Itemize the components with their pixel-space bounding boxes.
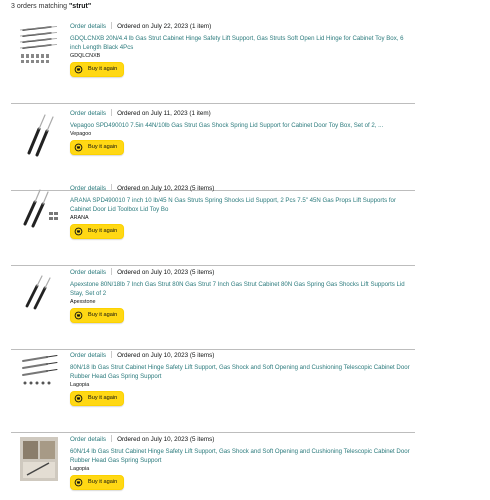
buy-it-again-button[interactable]: Buy it again [70, 224, 125, 239]
order-details-link[interactable]: Order details [70, 436, 106, 443]
buy-it-again-label: Buy it again [88, 395, 118, 401]
buy-it-again-label: Buy it again [88, 144, 118, 150]
product-image[interactable] [17, 268, 61, 324]
order-card: Order details Ordered on July 10, 2023 (5… [11, 268, 415, 350]
buy-it-again-button[interactable]: Buy it again [70, 140, 125, 155]
order-card: Order details Ordered on July 22, 2023 (1… [11, 22, 415, 104]
buy-it-again-button[interactable]: Buy it again [70, 475, 125, 490]
order-meta: Order details Ordered on July 10, 2023 (5… [70, 184, 214, 193]
buy-it-again-button[interactable]: Buy it again [70, 391, 125, 406]
product-brand: GDQLCNXB [70, 53, 101, 59]
gas-strut-pair-crossed-icon [27, 114, 54, 157]
product-brand: Vepagoo [70, 131, 92, 137]
product-image[interactable] [17, 109, 61, 165]
divider [111, 22, 113, 29]
product-info: 80N/18 lb Gas Strut Cabinet Hinge Safety… [70, 363, 415, 406]
order-details-link[interactable]: Order details [70, 185, 106, 192]
order-card: Order details Ordered on July 10, 2023 (5… [11, 435, 415, 500]
gas-strut-set-silver-icon [22, 355, 58, 385]
order-meta: Order details Ordered on July 10, 2023 (5… [70, 351, 214, 360]
order-meta: Order details Ordered on July 10, 2023 (5… [70, 268, 214, 277]
order-meta: Order details Ordered on July 10, 2023 (5… [70, 435, 214, 444]
order-date: Ordered on July 10, 2023 (5 items) [117, 352, 215, 359]
order-divider [11, 265, 415, 266]
order-details-link[interactable]: Order details [70, 110, 106, 117]
product-image[interactable] [17, 184, 61, 240]
order-date: Ordered on July 10, 2023 (5 items) [117, 185, 215, 192]
order-details-link[interactable]: Order details [70, 269, 106, 276]
buy-it-again-label: Buy it again [88, 228, 118, 234]
product-info: 60N/14 lb Gas Strut Cabinet Hinge Safety… [70, 447, 415, 490]
order-divider [11, 349, 415, 350]
order-divider [11, 432, 415, 433]
order-date: Ordered on July 22, 2023 (1 item) [117, 23, 212, 30]
order-date: Ordered on July 10, 2023 (5 items) [117, 436, 215, 443]
product-image[interactable] [17, 22, 61, 78]
product-title-link[interactable]: 80N/18 lb Gas Strut Cabinet Hinge Safety… [70, 363, 415, 381]
gas-strut-set-black-4pcs-icon [19, 26, 58, 63]
order-meta: Order details Ordered on July 11, 2023 (1… [70, 109, 211, 118]
product-title-link[interactable]: 60N/14 lb Gas Strut Cabinet Hinge Safety… [70, 447, 415, 465]
cart-refresh-icon [74, 478, 83, 487]
order-details-link[interactable]: Order details [70, 352, 106, 359]
product-title-link[interactable]: ARANA SPD490010 7 inch 10 lb/45 N Gas St… [70, 196, 415, 214]
order-details-link[interactable]: Order details [70, 23, 106, 30]
search-summary: 3 orders matching "strut" [11, 3, 91, 10]
cart-refresh-icon [74, 394, 83, 403]
product-info: Vepagoo SPD490010 7.5in 44N/10lb Gas Str… [70, 121, 415, 155]
buy-it-again-label: Buy it again [88, 66, 118, 72]
product-info: ARANA SPD490010 7 inch 10 lb/45 N Gas St… [70, 196, 415, 239]
gas-strut-pair-diagonal-icon [25, 275, 51, 310]
buy-it-again-label: Buy it again [88, 479, 118, 485]
product-brand: Lagopia [70, 466, 90, 472]
gas-strut-installed-cabinet-icon [20, 437, 58, 481]
buy-it-again-button[interactable]: Buy it again [70, 308, 125, 323]
order-date: Ordered on July 10, 2023 (5 items) [117, 269, 215, 276]
product-brand: ARANA [70, 215, 89, 221]
buy-it-again-label: Buy it again [88, 312, 118, 318]
order-card: Order details Ordered on July 10, 2023 (5… [11, 351, 415, 433]
results-count: 3 orders matching [11, 3, 69, 10]
product-title-link[interactable]: Apexstone 80N/18lb 7 Inch Gas Strut 80N … [70, 280, 415, 298]
order-meta: Order details Ordered on July 22, 2023 (1… [70, 22, 211, 31]
cart-refresh-icon [74, 227, 83, 236]
product-brand: Lagopia [70, 382, 90, 388]
divider [111, 109, 113, 116]
product-info: Apexstone 80N/18lb 7 Inch Gas Strut 80N … [70, 280, 415, 323]
product-image[interactable] [17, 351, 61, 407]
cart-refresh-icon [74, 65, 83, 74]
divider [111, 184, 113, 191]
order-card: Order details Ordered on July 10, 2023 (5… [11, 184, 415, 266]
order-card: Order details Ordered on July 11, 2023 (1… [11, 109, 415, 191]
product-info: GDQLCNXB 20N/4.4 lb Gas Strut Cabinet Hi… [70, 34, 415, 77]
order-divider [11, 103, 415, 104]
divider [111, 435, 113, 442]
product-image[interactable] [17, 435, 61, 491]
search-query: "strut" [68, 3, 92, 10]
cart-refresh-icon [74, 311, 83, 320]
gas-strut-pair-with-brackets-icon [23, 189, 58, 228]
product-title-link[interactable]: Vepagoo SPD490010 7.5in 44N/10lb Gas Str… [70, 121, 415, 130]
product-brand: Apexstone [70, 299, 96, 305]
divider [111, 351, 113, 358]
cart-refresh-icon [74, 143, 83, 152]
product-title-link[interactable]: GDQLCNXB 20N/4.4 lb Gas Strut Cabinet Hi… [70, 34, 415, 52]
divider [111, 268, 113, 275]
buy-it-again-button[interactable]: Buy it again [70, 62, 125, 77]
order-date: Ordered on July 11, 2023 (1 item) [117, 110, 211, 117]
